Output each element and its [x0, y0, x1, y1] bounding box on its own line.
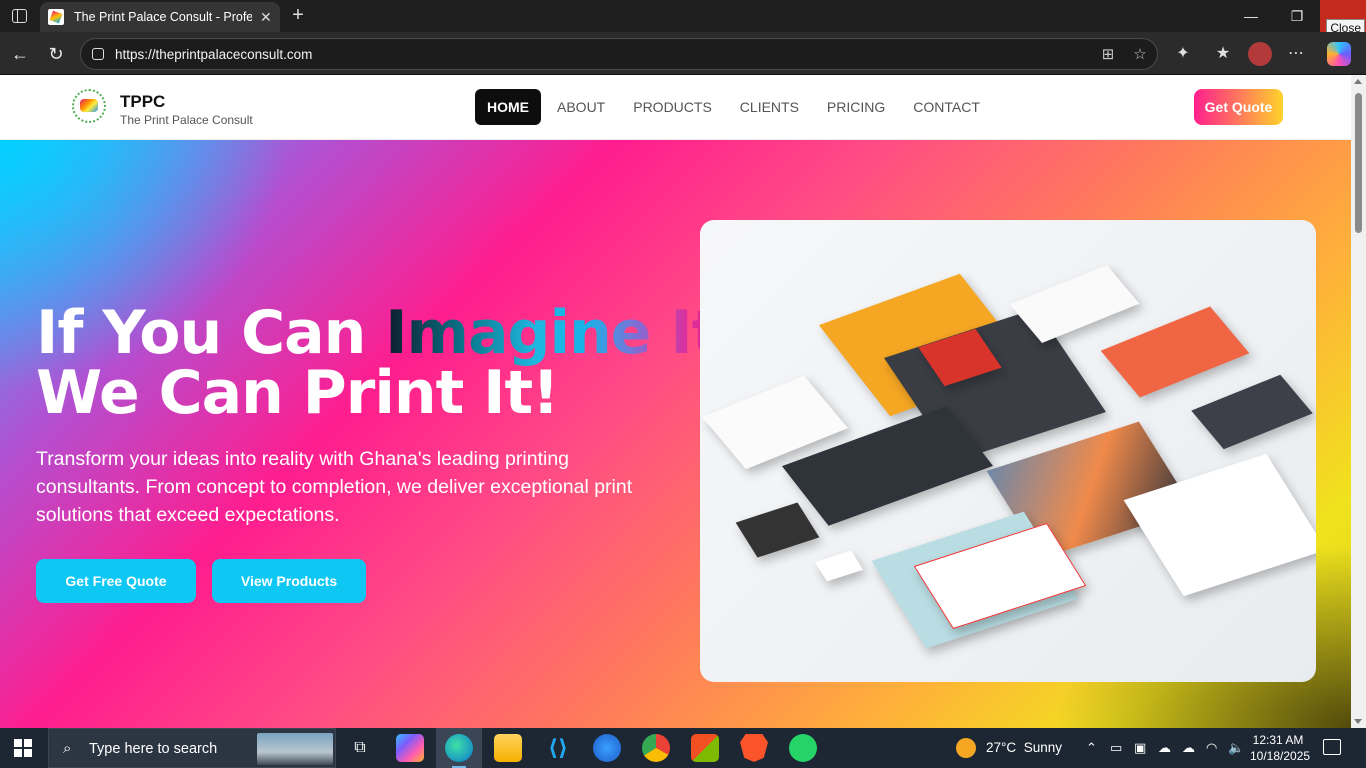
favorite-star-icon[interactable]: ☆ — [1131, 45, 1149, 63]
chrome-icon[interactable] — [642, 734, 670, 762]
more-menu-icon[interactable]: ⋯ — [1285, 43, 1307, 65]
get-quote-button[interactable]: Get Quote — [1194, 89, 1283, 125]
vscode-icon[interactable]: ⟨⟩ — [544, 734, 572, 762]
sidebar-toggle-icon[interactable] — [12, 9, 27, 23]
show-hidden-icons-icon[interactable]: ⌃ — [1086, 740, 1097, 756]
back-button[interactable]: ← — [8, 42, 32, 66]
new-tab-button[interactable]: + — [287, 4, 309, 27]
brand-subtitle: The Print Palace Consult — [120, 113, 253, 127]
site-logo[interactable] — [70, 87, 108, 125]
nav-products[interactable]: PRODUCTS — [621, 89, 724, 125]
nav-clients[interactable]: CLIENTS — [728, 89, 811, 125]
site-favicon-icon — [48, 9, 64, 25]
meet-now-icon[interactable]: ▣ — [1134, 740, 1146, 756]
url-input[interactable]: https://theprintpalaceconsult.com ⊞ ☆ — [80, 38, 1158, 70]
nav-home[interactable]: HOME — [475, 89, 541, 125]
hero-title-line2: We Can Print It! — [36, 358, 560, 428]
hero-print-mockup-image — [700, 220, 1316, 682]
clock-time: 12:31 AM — [1252, 733, 1304, 747]
volume-icon[interactable]: 🔈 — [1228, 740, 1244, 756]
copilot-icon[interactable] — [1327, 42, 1351, 66]
url-text: https://theprintpalaceconsult.com — [115, 47, 313, 62]
extensions-icon[interactable]: ✦ — [1172, 43, 1194, 65]
taskbar-clock[interactable]: 12:31 AM 10/18/2025 — [1250, 732, 1311, 764]
app-available-icon[interactable]: ⊞ — [1099, 45, 1117, 63]
edge-icon[interactable] — [445, 734, 473, 762]
firefox-icon[interactable] — [593, 734, 621, 762]
weather-condition: Sunny — [1023, 740, 1062, 755]
nav-contact[interactable]: CONTACT — [901, 89, 992, 125]
taskbar-search-placeholder: Type here to search — [89, 741, 218, 757]
browser-address-bar: ← ↻ https://theprintpalaceconsult.com ⊞ … — [0, 32, 1366, 75]
search-highlight-image — [257, 733, 333, 765]
weather-text[interactable]: 27°C Sunny — [986, 740, 1062, 755]
tab-close-icon[interactable]: ✕ — [260, 9, 272, 26]
whatsapp-icon[interactable] — [789, 734, 817, 762]
weather-sun-icon[interactable] — [956, 738, 976, 758]
profile-avatar[interactable] — [1248, 42, 1272, 66]
hero-section: If You Can Imagine It, We Can Print It! … — [0, 140, 1351, 728]
web-page: TPPC The Print Palace Consult HOME ABOUT… — [0, 75, 1351, 728]
page-scrollbar[interactable] — [1351, 75, 1366, 728]
get-free-quote-button[interactable]: Get Free Quote — [36, 559, 196, 603]
notification-center-icon[interactable] — [1323, 739, 1341, 755]
refresh-button[interactable]: ↻ — [44, 42, 68, 66]
brand-name[interactable]: TPPC — [120, 92, 165, 112]
main-nav: HOME ABOUT PRODUCTS CLIENTS PRICING CONT… — [475, 89, 996, 125]
nav-pricing[interactable]: PRICING — [815, 89, 897, 125]
scroll-down-icon[interactable] — [1354, 719, 1362, 724]
browser-tab[interactable]: The Print Palace Consult - Profess ✕ — [40, 2, 280, 32]
favorites-icon[interactable]: ★ — [1212, 43, 1234, 65]
site-header: TPPC The Print Palace Consult HOME ABOUT… — [0, 75, 1351, 140]
search-icon: ⌕ — [63, 740, 72, 757]
file-explorer-icon[interactable] — [494, 734, 522, 762]
scroll-up-icon[interactable] — [1354, 79, 1362, 84]
taskbar-search-input[interactable]: ⌕ Type here to search — [48, 728, 336, 768]
lock-icon[interactable] — [92, 48, 104, 60]
task-view-icon[interactable]: ⧉ — [346, 734, 374, 762]
view-products-button[interactable]: View Products — [212, 559, 366, 603]
wifi-icon[interactable]: ◠ — [1206, 740, 1217, 756]
battery-icon[interactable]: ▭ — [1110, 740, 1122, 756]
cloud-off-icon[interactable]: ☁ — [1158, 740, 1171, 756]
restore-button[interactable]: ❐ — [1274, 0, 1320, 32]
windows-taskbar: ⌕ Type here to search ⧉ ⟨⟩ 27°C Sunny ⌃ … — [0, 728, 1366, 768]
tab-title: The Print Palace Consult - Profess — [74, 10, 252, 24]
minimize-button[interactable]: — — [1228, 0, 1274, 32]
hero-description: Transform your ideas into reality with G… — [36, 448, 633, 526]
hero-title: If You Can Imagine It, We Can Print It! — [36, 303, 742, 423]
store-icon[interactable] — [691, 734, 719, 762]
windows-start-icon[interactable] — [14, 739, 32, 757]
nav-about[interactable]: ABOUT — [545, 89, 617, 125]
weather-temp: 27°C — [986, 740, 1017, 755]
scroll-thumb[interactable] — [1355, 93, 1362, 233]
copilot-icon[interactable] — [396, 734, 424, 762]
brave-icon[interactable] — [740, 734, 768, 762]
browser-tab-bar: The Print Palace Consult - Profess ✕ + —… — [0, 0, 1366, 37]
cloud-sync-icon[interactable]: ☁ — [1182, 740, 1195, 756]
clock-date: 10/18/2025 — [1250, 749, 1311, 763]
